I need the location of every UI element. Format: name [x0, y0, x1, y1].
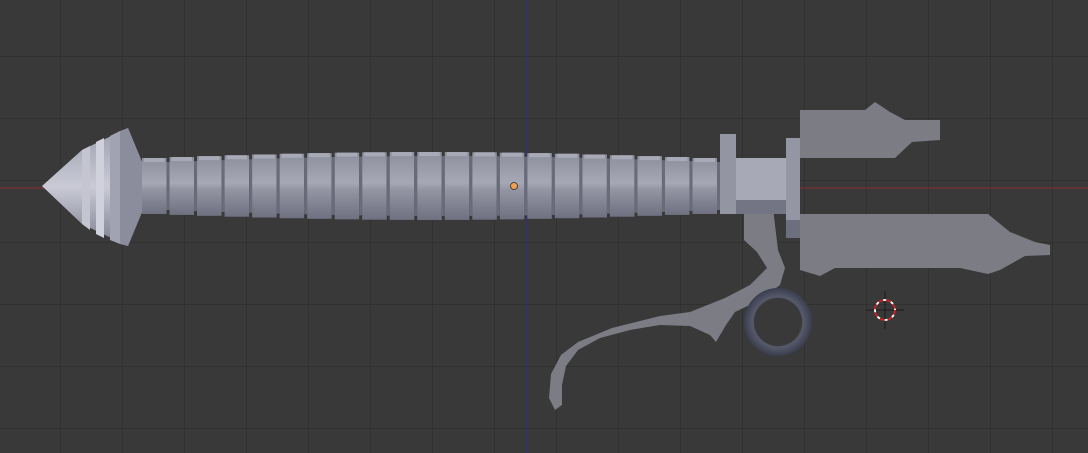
barrel-segment[interactable] — [389, 152, 415, 220]
3d-viewport[interactable] — [0, 0, 1088, 453]
barrel-groove — [194, 161, 198, 211]
barrel-segment[interactable] — [362, 152, 387, 220]
barrel-groove — [359, 156, 363, 216]
barrel-segment[interactable] — [472, 152, 497, 220]
barrel-rim — [666, 157, 688, 162]
barrel-rim — [556, 153, 578, 158]
barrel-segment[interactable] — [527, 153, 552, 219]
barrel-segment[interactable] — [334, 152, 360, 220]
barrel-groove — [386, 156, 390, 216]
barrel-rim — [694, 158, 715, 162]
3d-cursor-icon[interactable] — [866, 291, 904, 329]
barrel-segment[interactable] — [169, 157, 195, 215]
barrel-rim — [254, 154, 275, 159]
barrel-groove — [331, 157, 335, 215]
object-origin-icon — [510, 182, 518, 190]
barrel-groove — [469, 156, 473, 216]
clamp-lower-jaw[interactable] — [800, 214, 1050, 276]
barrel-rim — [419, 152, 440, 156]
barrel-groove — [304, 157, 308, 215]
barrel-rim — [281, 153, 303, 158]
barrel-groove — [249, 159, 253, 213]
barrel-segment[interactable] — [307, 153, 332, 219]
barrel-segment[interactable] — [142, 158, 167, 214]
barrel-rim — [199, 156, 220, 161]
barrel-rim — [391, 152, 413, 157]
barrel-segment[interactable] — [637, 156, 662, 216]
viewport-canvas[interactable] — [0, 0, 1088, 453]
barrel-groove — [441, 156, 445, 216]
barrel-groove — [579, 157, 583, 215]
barrel-rim — [226, 155, 248, 160]
barrel-segment[interactable] — [444, 152, 470, 220]
ring-hole — [754, 298, 802, 346]
barrel-segment[interactable] — [582, 154, 607, 218]
barrel-segment[interactable] — [664, 157, 690, 215]
barrel-groove — [276, 158, 280, 214]
barrel-rim — [364, 152, 385, 157]
barrel-segment[interactable] — [417, 152, 442, 220]
barrel-rim — [611, 155, 633, 160]
barrel-segment[interactable] — [692, 158, 717, 214]
barrel-groove — [496, 156, 500, 216]
barrel-rim — [144, 158, 165, 162]
barrel-groove — [166, 162, 170, 210]
barrel-rim — [336, 152, 358, 157]
barrel-groove — [551, 157, 555, 215]
barrel-rim — [474, 152, 495, 157]
mesh-object[interactable] — [42, 102, 1050, 410]
barrel-rim — [584, 154, 605, 159]
barrel-segment[interactable] — [197, 156, 222, 216]
barrel-groove — [524, 156, 528, 216]
barrel-segment[interactable] — [224, 155, 250, 217]
barrel-rim — [309, 153, 330, 158]
barrel-segment[interactable] — [252, 154, 277, 218]
barrel-groove — [414, 156, 418, 216]
barrel-segment[interactable] — [554, 153, 580, 219]
barrel-segment[interactable] — [279, 153, 305, 219]
barrel-rim — [446, 152, 468, 157]
barrel-groove — [689, 161, 693, 211]
barrel-rim — [171, 157, 193, 162]
ribbed-barrel[interactable] — [142, 152, 720, 220]
barrel-groove — [634, 159, 638, 213]
barrel-rim — [529, 153, 550, 158]
barrel-groove — [661, 160, 665, 212]
tip-cone[interactable] — [42, 128, 142, 246]
barrel-groove — [606, 158, 610, 214]
clamp-upper-jaw[interactable] — [800, 102, 940, 158]
barrel-rim — [501, 152, 523, 157]
barrel-groove — [717, 162, 720, 210]
barrel-groove — [221, 160, 225, 212]
barrel-segment[interactable] — [609, 155, 635, 217]
barrel-rim — [639, 156, 660, 161]
